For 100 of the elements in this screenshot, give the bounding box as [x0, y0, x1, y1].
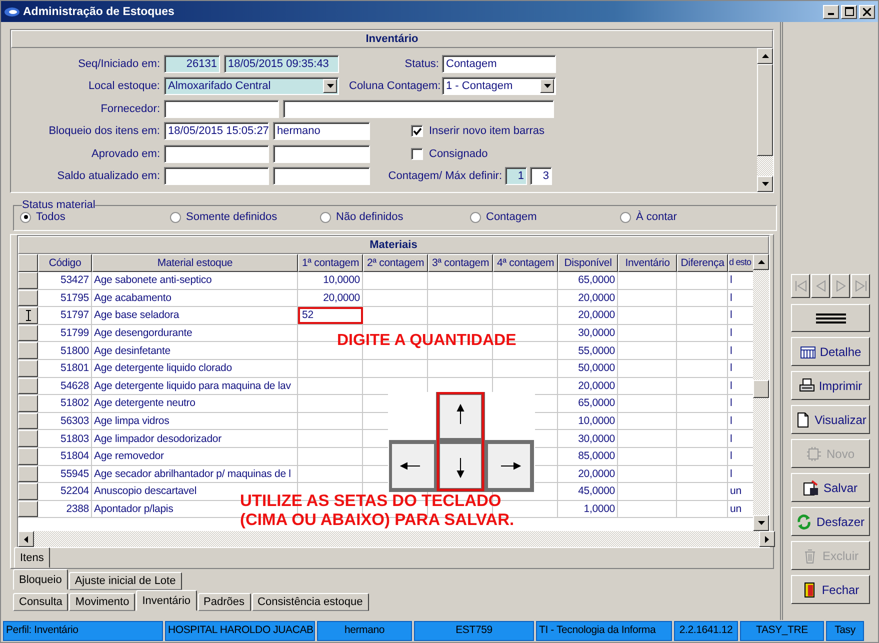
column-header[interactable]: 3ª contagem	[428, 254, 493, 272]
radio-button[interactable]	[170, 212, 181, 222]
input-field[interactable]: 18/05/2015 09:35:43	[224, 54, 339, 73]
input-field[interactable]: Contagem	[442, 54, 556, 73]
table-cell: l	[730, 344, 732, 357]
column-header[interactable]: Diferença	[677, 254, 728, 272]
checkbox[interactable]	[411, 148, 423, 160]
field-label: Coluna Contagem:	[349, 80, 439, 92]
scroll-right-icon[interactable]	[765, 536, 769, 542]
row-header[interactable]	[18, 272, 38, 289]
close-button[interactable]: Fechar	[791, 575, 870, 604]
table-icon	[800, 344, 816, 360]
row-header[interactable]	[18, 500, 38, 518]
checkbox[interactable]	[411, 125, 423, 138]
table-cell: l	[730, 362, 732, 374]
menu-button[interactable]	[791, 304, 870, 332]
row-header[interactable]	[18, 360, 38, 377]
save-button[interactable]: Salvar	[791, 473, 870, 502]
scroll-thumb[interactable]	[757, 64, 773, 156]
row-header[interactable]	[18, 324, 38, 342]
radio-button[interactable]	[470, 212, 481, 222]
table-cell: 53427	[60, 274, 89, 286]
row-header[interactable]	[18, 378, 38, 394]
input-field[interactable]: hermano	[273, 122, 370, 140]
input-field[interactable]	[273, 167, 370, 186]
row-header[interactable]	[18, 430, 38, 447]
row-header[interactable]	[18, 395, 38, 412]
close-button[interactable]	[859, 4, 875, 18]
row-header[interactable]	[18, 448, 38, 465]
table-cell: Age detergente liquido clorado	[94, 362, 232, 374]
maximize-button[interactable]	[841, 4, 857, 18]
detail-button[interactable]: Detalhe	[791, 337, 870, 366]
table-cell: 20,0000	[578, 309, 615, 322]
row-header[interactable]	[18, 307, 38, 324]
input-field[interactable]	[273, 144, 370, 163]
chip-icon	[806, 446, 822, 462]
skip-forward-icon	[854, 280, 868, 292]
column-header[interactable]: Material estoque	[92, 254, 298, 272]
table-cell: Age desinfetante	[94, 344, 170, 357]
table-cell: Age limpador desodorizador	[94, 432, 222, 445]
row-header[interactable]	[18, 466, 38, 482]
table-cell: 85,0000	[578, 450, 615, 462]
undo-button[interactable]: Desfazer	[791, 507, 870, 536]
table-cell: 51795	[60, 292, 89, 304]
column-header[interactable]: Disponível	[558, 254, 618, 272]
radio-button[interactable]	[320, 212, 331, 222]
radio-button[interactable]	[20, 212, 31, 222]
scroll-left-icon[interactable]	[24, 536, 28, 542]
row-header[interactable]	[18, 290, 38, 306]
input-field[interactable]: 1	[505, 167, 527, 186]
scroll-up-icon[interactable]	[762, 54, 768, 58]
radio-button[interactable]	[620, 212, 631, 222]
table-cell: l	[730, 380, 732, 392]
input-field[interactable]: 3	[530, 167, 552, 186]
table-cell: l	[730, 292, 732, 304]
group-legend: Status material	[22, 199, 96, 211]
dropdown-field[interactable]: Almoxarifado Central	[164, 77, 339, 96]
previous-record-button[interactable]	[811, 274, 830, 298]
minimize-button[interactable]	[823, 4, 839, 18]
input-field[interactable]	[164, 100, 279, 118]
field-label: Contagem/ Máx definir:	[387, 170, 502, 182]
input-field[interactable]	[164, 167, 269, 186]
table-cell: 54628	[60, 380, 89, 392]
tab[interactable]: Bloqueio	[13, 569, 68, 590]
tab[interactable]: Movimento	[69, 593, 136, 611]
first-record-button[interactable]	[791, 274, 810, 298]
scroll-down-icon[interactable]	[758, 521, 764, 525]
scroll-up-icon[interactable]	[758, 260, 764, 264]
dropdown-field[interactable]: 1 - Contagem	[442, 77, 556, 96]
row-header[interactable]	[18, 412, 38, 430]
input-field[interactable]: 18/05/2015 15:05:27	[164, 122, 269, 140]
table-cell: 65,0000	[578, 397, 615, 410]
print-button[interactable]: Imprimir	[791, 371, 870, 400]
tab[interactable]: Ajuste inicial de Lote	[68, 572, 182, 590]
next-record-button[interactable]	[831, 274, 850, 298]
row-header[interactable]	[18, 342, 38, 359]
input-field[interactable]	[164, 144, 269, 163]
column-header[interactable]: Código	[38, 254, 92, 272]
column-header[interactable]: 2ª contagem	[363, 254, 428, 272]
input-field[interactable]	[283, 100, 554, 118]
tab[interactable]: Padrões	[198, 593, 251, 611]
tab[interactable]: Inventário	[136, 590, 197, 611]
column-header[interactable]: Inventário	[618, 254, 677, 272]
column-header[interactable]: 1ª contagem	[298, 254, 363, 272]
tab[interactable]: Itens	[14, 547, 50, 568]
vertical-scrollbar[interactable]	[757, 48, 773, 192]
scroll-down-icon[interactable]	[762, 182, 768, 186]
view-button[interactable]: Visualizar	[791, 405, 870, 434]
vertical-scrollbar[interactable]	[753, 254, 769, 531]
table-cell: Age secador abrilhantador p/ maquinas de l	[94, 468, 291, 480]
radio-label: Todos	[36, 211, 66, 223]
tab[interactable]: Consulta	[13, 593, 68, 611]
column-header[interactable]: 4ª contagem	[493, 254, 558, 272]
last-record-button[interactable]	[851, 274, 870, 298]
row-header[interactable]	[18, 483, 38, 500]
input-field[interactable]: 26131	[164, 54, 220, 73]
scroll-thumb[interactable]	[753, 380, 769, 398]
maximize-icon	[844, 7, 854, 16]
tab[interactable]: Consistência estoque	[252, 593, 369, 611]
quantity-input[interactable]: 52	[298, 307, 363, 324]
